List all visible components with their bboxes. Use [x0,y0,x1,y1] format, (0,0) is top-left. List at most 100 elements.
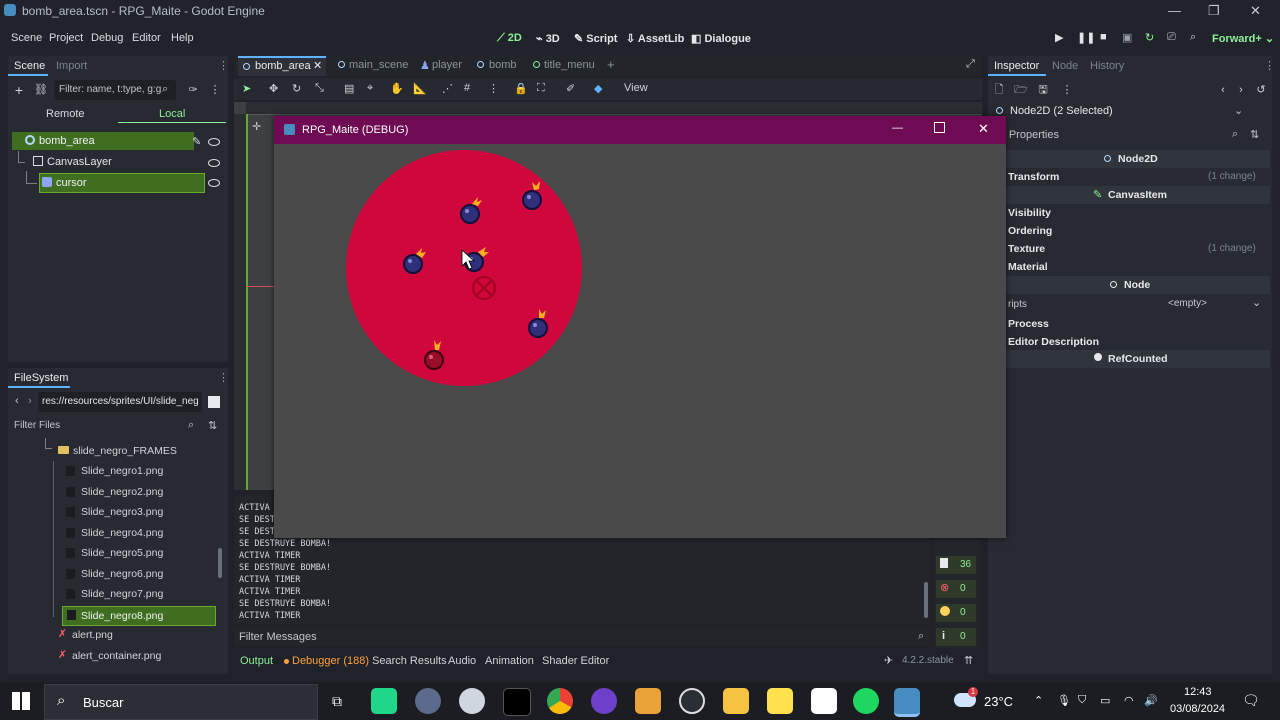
tab-bomb-area[interactable]: bomb_area ✕ [238,56,326,76]
remote-toggle[interactable]: Remote [46,108,85,120]
lock-icon[interactable]: 🔒 [514,82,528,95]
list-tool-icon[interactable]: ▤ [344,82,354,95]
github-icon[interactable] [591,688,617,714]
tree-row-cursor[interactable]: cursor [39,173,205,193]
save-icon[interactable]: 🖫 [1036,83,1050,97]
terminal-icon[interactable] [503,688,531,716]
stop-icon[interactable]: ■ [1100,31,1107,43]
mode-script-button[interactable]: ✎ Script [574,32,617,45]
reload-icon[interactable]: ↻ [1145,31,1154,44]
file-row[interactable]: ✗ alert.png [58,628,208,644]
restore-icon[interactable]: ❐ [1208,3,1220,19]
file-row[interactable]: Slide_negro3.png [66,505,216,521]
script-attach-icon[interactable]: ✑ [186,83,200,97]
add-tab-icon[interactable]: + [607,57,615,72]
tab-search-results[interactable]: Search Results [372,655,447,667]
zoom-icon[interactable]: ⌕ [1190,31,1196,44]
minimize-icon[interactable]: — [892,122,903,134]
game-canvas[interactable] [274,144,1006,538]
tree-row-root[interactable]: bomb_area [12,132,194,150]
obs-icon[interactable] [679,688,705,714]
path-field[interactable]: res://resources/sprites/UI/slide_neg [38,392,202,412]
layout-toggle-icon[interactable] [208,396,220,408]
menu-editor[interactable]: Editor [132,32,161,44]
menu-debug[interactable]: Debug [91,32,123,44]
file-row-selected[interactable]: Slide_negro8.png [62,606,216,626]
select-tool-icon[interactable]: ➤ [242,82,251,95]
tab-animation[interactable]: Animation [485,655,534,667]
section-process[interactable]: Process [1008,318,1049,330]
folder-row[interactable]: slide_negro_FRAMES [58,444,218,460]
panel-toggle-icon[interactable]: ⇈ [964,654,973,667]
visibility-eye-icon[interactable] [208,179,220,187]
tab-scene[interactable]: Scene [14,60,45,72]
new-resource-icon[interactable]: 🗋 [992,83,1006,97]
close-tab-icon[interactable]: ✕ [313,59,322,72]
tab-player[interactable]: ♟ player [418,58,474,74]
tab-inspector[interactable]: Inspector [994,60,1039,72]
clock-time[interactable]: 12:43 [1184,686,1212,698]
tab-title-menu[interactable]: title_menu [531,58,601,74]
maximize-icon[interactable] [934,122,945,133]
taskbar-search[interactable]: ⌕ Buscar [44,684,318,720]
tab-main-scene[interactable]: main_scene [336,58,412,74]
property-filter-input[interactable]: er Properties ⌕ ⇅ [990,126,1259,144]
file-row[interactable]: Slide_negro7.png [66,587,216,603]
selected-object-dropdown[interactable]: Node2D (2 Selected) ⌄ [990,102,1244,120]
file-row[interactable]: Slide_negro5.png [66,546,216,562]
ruler-tool-icon[interactable]: 📐 [413,82,427,95]
file-row[interactable]: Slide_negro1.png [66,464,216,480]
inspector-menu-icon[interactable]: ⋮ [1060,83,1074,97]
rotate-tool-icon[interactable]: ↻ [292,82,301,95]
script-value-dropdown[interactable]: <empty> ⌄ [1138,296,1264,312]
visibility-eye-icon[interactable] [208,138,220,146]
notifications-icon[interactable]: 🗨 [1242,692,1260,709]
remote-debug-icon[interactable]: ▣ [1122,31,1132,44]
mode-3d-button[interactable]: ⌁ 3D [536,32,560,45]
add-node-icon[interactable]: + [12,83,26,97]
scene-filter-input[interactable]: Filter: name, t:type, g:g ⌕ [54,80,176,100]
sticky-notes-icon[interactable] [767,688,793,714]
view-menu[interactable]: View [624,82,648,94]
scale-tool-icon[interactable]: ⤡ [315,82,324,95]
back-arrow-icon[interactable]: ‹ [15,395,19,407]
menu-scene[interactable]: Scene [11,32,42,44]
warning-count-toggle[interactable]: 0 [936,604,976,622]
local-toggle[interactable]: Local [159,108,185,120]
app-icon[interactable] [635,688,661,714]
game-window-title-bar[interactable]: RPG_Maite (DEBUG) — ✕ [274,116,1006,144]
battery-icon[interactable]: ▭ [1100,694,1110,707]
tab-shader-editor[interactable]: Shader Editor [542,655,609,667]
volume-icon[interactable]: 🔊 [1144,694,1158,707]
tab-audio[interactable]: Audio [448,655,476,667]
scene-menu-icon[interactable]: ⋮ [208,83,222,97]
file-filter-input[interactable]: Filter Files ⌕ [10,416,200,436]
game-window[interactable]: RPG_Maite (DEBUG) — ✕ [274,116,1006,538]
menu-help[interactable]: Help [171,32,194,44]
spotify-icon[interactable] [853,688,879,714]
minimize-icon[interactable]: — [1168,3,1181,18]
tab-bomb[interactable]: bomb [475,58,525,74]
tab-import[interactable]: Import [56,60,87,72]
app-icon[interactable] [459,688,485,714]
twitch-icon[interactable] [811,688,837,714]
dock-menu-icon[interactable]: ⋮ [1264,59,1275,72]
info-count-toggle[interactable]: i 0 [936,628,976,646]
console-scrollbar[interactable] [924,582,928,618]
history-back-icon[interactable]: ‹ [1216,83,1230,97]
smart-snap-icon[interactable]: ⋰ [442,82,453,95]
script-icon[interactable]: ✎ [192,135,201,148]
weather-temperature[interactable]: 23°C [984,694,1013,709]
clock-date[interactable]: 03/08/2024 [1170,703,1225,715]
file-explorer-icon[interactable] [723,688,749,714]
app-icon[interactable] [415,688,441,714]
tree-row-canvaslayer[interactable]: CanvasLayer [12,151,212,171]
file-row[interactable]: ✗ alert_container.png [58,649,208,665]
close-icon[interactable]: ✕ [1250,3,1261,19]
file-row[interactable]: Slide_negro4.png [66,526,216,542]
bone-icon[interactable]: ✐ [566,82,575,95]
wifi-icon[interactable]: ◠ [1124,694,1134,707]
drag-handle-icon[interactable]: ✛ [252,120,261,133]
distraction-free-icon[interactable]: ⤢ [966,58,975,71]
forward-arrow-icon[interactable]: › [28,395,32,407]
